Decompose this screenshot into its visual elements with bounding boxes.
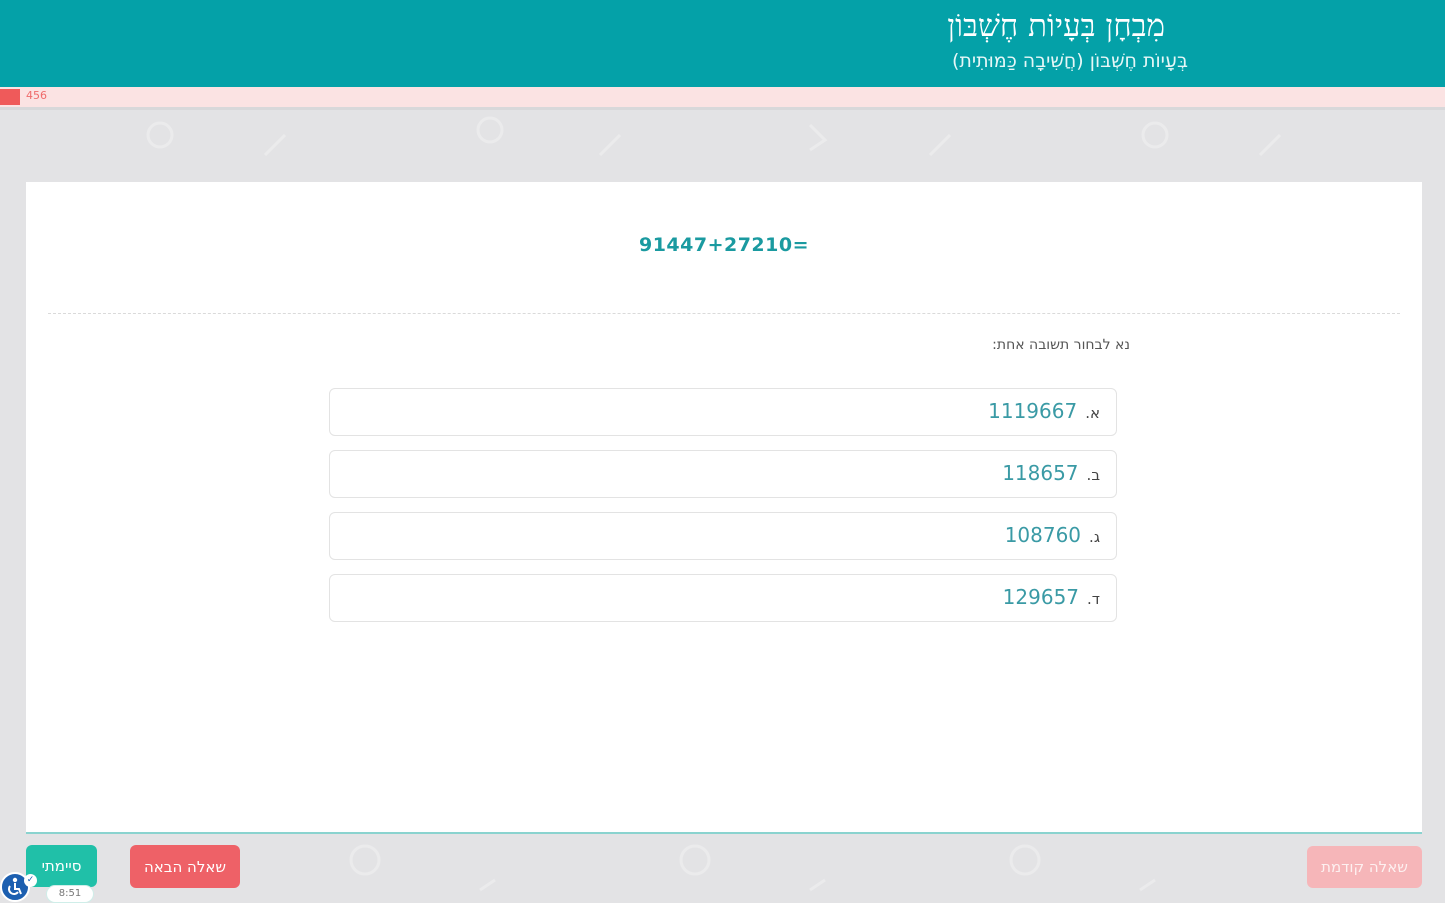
option-value: 108760 (1004, 523, 1082, 547)
option-value: 1119667 (988, 399, 1078, 423)
option-letter: ב. (1086, 466, 1100, 484)
page-title: מִבְחָן בְּעָיוֹת חֶשְׁבּוֹן (947, 8, 1165, 44)
answer-option-c[interactable]: ג. 108760 (329, 512, 1117, 560)
page-subtitle: בְּעָיוֹת חֶשְׁבּוֹן (חֲשִׁיבָה כַּמּוּת… (951, 50, 1188, 72)
header: מִבְחָן בְּעָיוֹת חֶשְׁבּוֹן בְּעָיוֹת ח… (0, 0, 1445, 87)
option-letter: א. (1085, 404, 1100, 422)
question-text: 91447+27210= (638, 234, 810, 256)
option-letter: ג. (1089, 528, 1100, 546)
answer-option-a[interactable]: א. 1119667 (329, 388, 1117, 436)
next-question-button[interactable]: שאלה הבאה (130, 845, 240, 888)
option-value: 118657 (1002, 461, 1079, 485)
divider (48, 313, 1400, 314)
answer-option-d[interactable]: ד. 129657 (329, 574, 1117, 622)
progress-label: 456 (26, 89, 47, 102)
answer-option-b[interactable]: ב. 118657 (329, 450, 1117, 498)
timer-badge: 8:51 (46, 885, 94, 903)
progress-fill (0, 89, 20, 105)
option-letter: ד. (1087, 590, 1100, 608)
option-value: 129657 (1002, 585, 1080, 609)
previous-question-button[interactable]: שאלה קודמת (1307, 846, 1422, 888)
question-card: 91447+27210= נא לבחור תשובה אחת: א. 1119… (26, 182, 1422, 834)
progress-bar: 456 (0, 87, 1445, 110)
check-icon: ✓ (24, 874, 37, 887)
instruction-text: נא לבחור תשובה אחת: (992, 337, 1130, 353)
